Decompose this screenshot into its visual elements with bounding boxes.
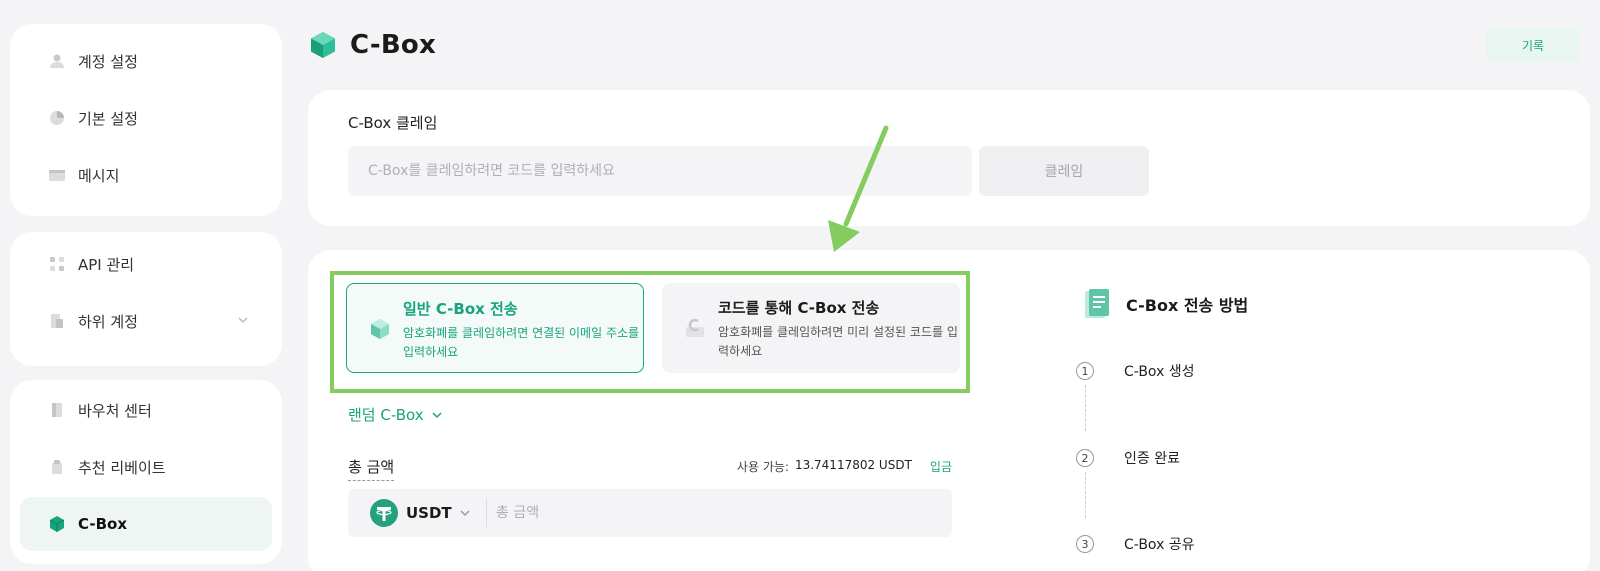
sidebar-item-cbox[interactable]: C-Box — [20, 497, 272, 551]
sidebar-item-api-management[interactable]: API 관리 — [20, 237, 272, 291]
step-label: C-Box 생성 — [1124, 364, 1195, 380]
cbox-icon — [48, 515, 66, 533]
subaccount-icon — [48, 312, 66, 330]
option-title: 코드를 통해 C-Box 전송 — [718, 299, 880, 317]
page-header: C-Box — [310, 30, 436, 60]
option-title: 일반 C-Box 전송 — [403, 300, 518, 318]
option-description: 암호화폐를 클레임하려면 미리 설정된 코드를 입력하세요 — [718, 325, 958, 358]
send-option-code[interactable]: 코드를 통해 C-Box 전송 암호화폐를 클레임하려면 미리 설정된 코드를 … — [662, 283, 960, 373]
sidebar-group-account: 계정 설정 기본 설정 메시지 — [10, 24, 282, 216]
api-icon — [48, 255, 66, 273]
sidebar-item-account-settings[interactable]: 계정 설정 — [20, 34, 272, 88]
step-label: C-Box 공유 — [1124, 537, 1195, 553]
step-number: 3 — [1076, 535, 1094, 553]
currency-label[interactable]: USDT — [406, 504, 452, 522]
send-option-email[interactable]: 일반 C-Box 전송 암호화폐를 클레임하려면 연결된 이메일 주소를 입력하… — [346, 283, 644, 373]
chevron-down-icon[interactable] — [458, 506, 472, 520]
sidebar-item-label: 추천 리베이트 — [78, 458, 166, 477]
sidebar-item-label: 계정 설정 — [78, 52, 138, 71]
available-balance: 사용 가능: 13.74117802 USDT 입금 — [737, 458, 952, 475]
sidebar-item-label: 메시지 — [78, 166, 120, 185]
code-icon — [686, 318, 704, 337]
send-card: 일반 C-Box 전송 암호화폐를 클레임하려면 연결된 이메일 주소를 입력하… — [308, 250, 1590, 571]
claim-code-input[interactable] — [348, 146, 972, 196]
amount-field: USDT — [348, 489, 952, 537]
history-button[interactable]: 기록 — [1486, 28, 1580, 62]
user-icon — [48, 52, 66, 70]
divider — [486, 499, 487, 527]
step-label: 인증 완료 — [1124, 451, 1180, 467]
deposit-link[interactable]: 입금 — [930, 458, 952, 475]
referral-icon — [48, 458, 66, 476]
sidebar-item-label: 기본 설정 — [78, 109, 138, 128]
random-cbox-dropdown[interactable]: 랜덤 C-Box — [348, 404, 444, 425]
sidebar-item-voucher-center[interactable]: 바우처 센터 — [20, 383, 272, 437]
cbox-logo-icon — [311, 32, 335, 58]
random-cbox-label: 랜덤 C-Box — [348, 406, 424, 424]
total-amount-input[interactable] — [496, 498, 936, 528]
total-amount-label: 총 금액 — [348, 456, 395, 481]
sidebar-item-basic-settings[interactable]: 기본 설정 — [20, 91, 272, 145]
chevron-down-icon — [432, 411, 442, 418]
message-icon — [48, 166, 66, 184]
guide-step: 2 인증 완료 — [1076, 448, 1180, 468]
guide-header: C-Box 전송 방법 — [1084, 288, 1248, 320]
sidebar-group-rewards: 바우처 센터 추천 리베이트 C-Box — [10, 380, 282, 564]
guide-title: C-Box 전송 방법 — [1126, 296, 1249, 315]
available-label: 사용 가능: — [736, 460, 789, 474]
sidebar-item-label: C-Box — [78, 515, 127, 533]
claim-card: C-Box 클레임 클레임 — [308, 90, 1590, 226]
chevron-down-icon[interactable] — [236, 313, 250, 327]
sidebar-item-label: API 관리 — [78, 255, 135, 274]
voucher-icon — [48, 401, 66, 419]
sidebar-item-referral[interactable]: 추천 리베이트 — [20, 440, 272, 494]
step-connector — [1085, 472, 1086, 518]
sidebar-item-subaccount[interactable]: 하위 계정 — [20, 294, 272, 348]
sidebar-item-label: 바우처 센터 — [78, 401, 152, 420]
step-number: 2 — [1076, 449, 1094, 467]
usdt-icon[interactable] — [370, 499, 398, 527]
page-title: C-Box — [350, 30, 436, 60]
sidebar-group-api: API 관리 하위 계정 — [10, 232, 282, 366]
guide-step: 3 C-Box 공유 — [1076, 534, 1195, 554]
claim-button[interactable]: 클레임 — [979, 146, 1149, 196]
document-icon — [1085, 289, 1109, 318]
step-number: 1 — [1076, 362, 1094, 380]
claim-label: C-Box 클레임 — [348, 114, 438, 132]
sidebar-item-label: 하위 계정 — [78, 312, 138, 331]
step-connector — [1085, 385, 1086, 431]
cube-icon — [371, 319, 389, 339]
available-value: 13.74117802 USDT — [794, 458, 912, 472]
option-description: 암호화폐를 클레임하려면 연결된 이메일 주소를 입력하세요 — [403, 326, 640, 359]
pie-icon — [48, 109, 66, 127]
sidebar-item-messages[interactable]: 메시지 — [20, 148, 272, 202]
guide-step: 1 C-Box 생성 — [1076, 361, 1195, 381]
